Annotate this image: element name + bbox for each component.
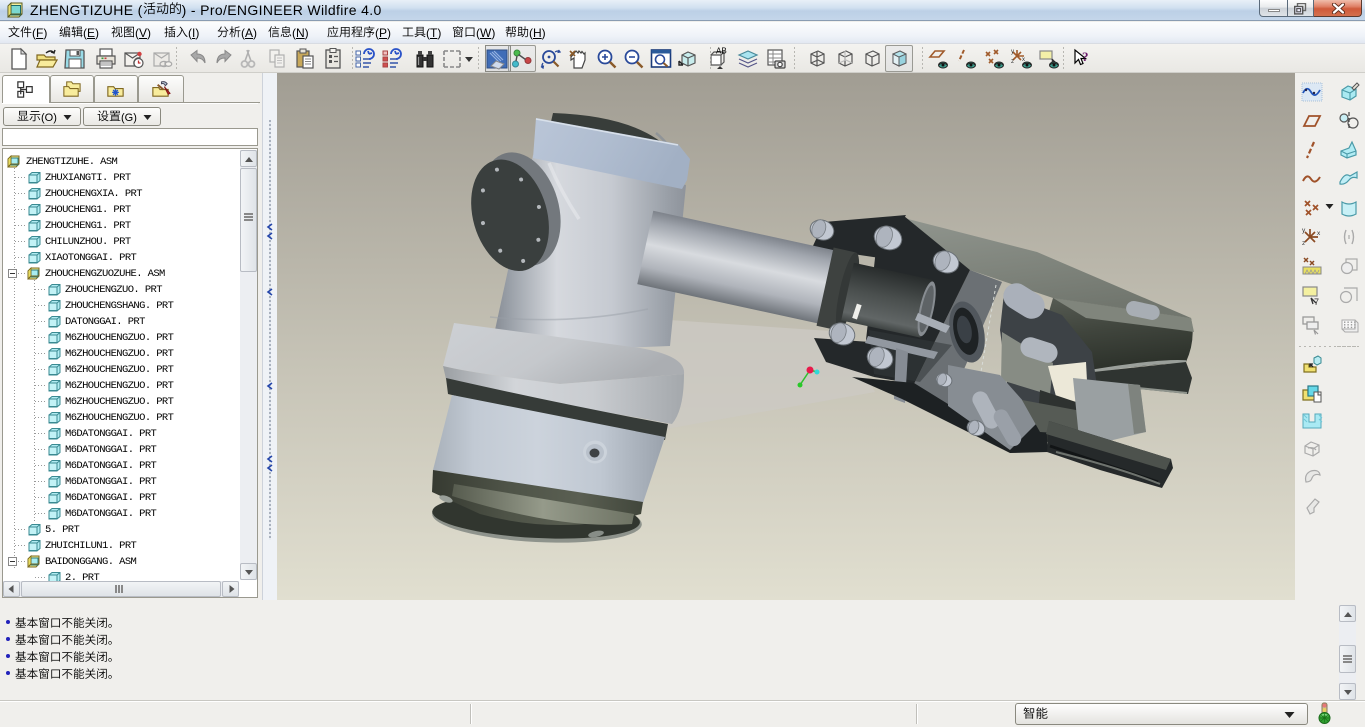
svg-text:?: ? — [1082, 49, 1089, 64]
svg-text:x: x — [1317, 230, 1321, 237]
svg-text:AB: AB — [716, 47, 727, 56]
svg-text:7: 7 — [1314, 297, 1319, 306]
svg-text:y: y — [1011, 49, 1014, 55]
svg-text:z: z — [1302, 240, 1305, 247]
svg-text:z: z — [1011, 59, 1014, 65]
